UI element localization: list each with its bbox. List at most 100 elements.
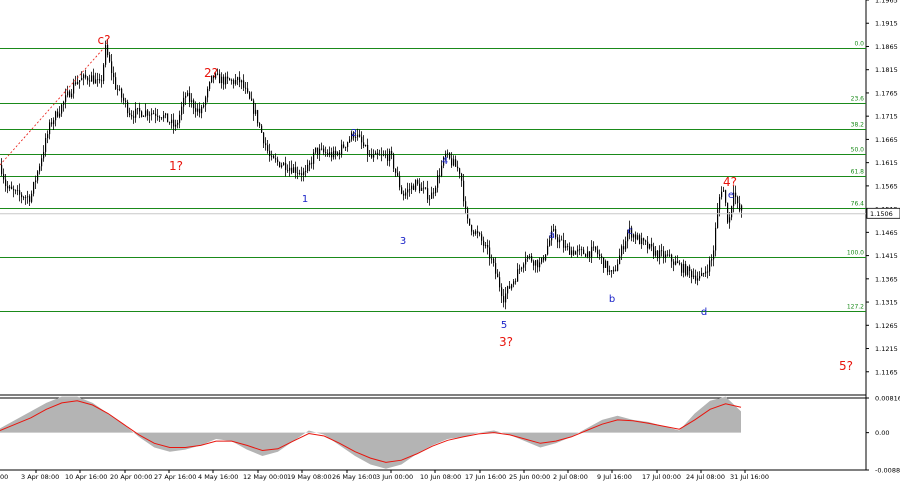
candle-body: [33, 182, 35, 194]
candle-body: [669, 254, 671, 256]
candle-body: [259, 123, 261, 126]
candle-body: [497, 273, 499, 278]
candle-body: [509, 286, 511, 289]
candle-body: [279, 162, 281, 167]
candle-body: [233, 80, 235, 84]
candle-body: [103, 64, 105, 82]
candle-body: [231, 80, 233, 81]
candle-body: [455, 159, 457, 167]
candle-body: [705, 271, 707, 274]
candle-body: [261, 125, 263, 133]
candle-body: [527, 256, 529, 259]
candle-body: [693, 275, 695, 278]
candle-body: [85, 74, 87, 78]
candle-body: [83, 74, 85, 79]
candle-body: [71, 93, 73, 98]
candle-body: [297, 172, 299, 174]
candle-body: [565, 246, 567, 248]
candle-body: [277, 159, 279, 163]
time-tick-label: 12 May 00:00: [243, 473, 288, 481]
candle-body: [125, 100, 127, 102]
time-tick-label: 10 Jun 08:00: [420, 473, 461, 481]
candle-body: [291, 167, 293, 173]
candle-body: [603, 257, 605, 268]
candle-body: [137, 108, 139, 109]
candle-body: [109, 54, 111, 62]
candle-body: [69, 91, 71, 98]
candle-body: [189, 92, 191, 102]
candle-body: [173, 119, 175, 127]
candle-body: [267, 145, 269, 151]
candle-body: [715, 227, 717, 251]
candle-body: [47, 134, 49, 139]
candle-body: [151, 113, 153, 115]
candle-body: [239, 77, 241, 83]
candle-body: [345, 146, 347, 148]
candle-body: [633, 234, 635, 238]
candle-body: [649, 244, 651, 249]
candle-body: [461, 173, 463, 181]
candle-body: [61, 104, 63, 114]
candle-body: [169, 122, 171, 124]
candle-body: [535, 260, 537, 266]
candle-body: [529, 256, 531, 257]
candle-body: [519, 268, 521, 270]
candle-body: [701, 273, 703, 277]
candle-body: [3, 173, 5, 180]
candle-body: [175, 124, 177, 127]
candle-body: [293, 167, 295, 173]
candle-body: [641, 238, 643, 245]
candle-body: [105, 44, 107, 65]
price-chart-svg[interactable]: 0.0 23.6 38.2 50.0 61.8 76.4 100.0 127.2 c? 2? 1?…: [0, 0, 900, 485]
candle-body: [127, 101, 129, 114]
candle-body: [477, 231, 479, 234]
candle-body: [281, 165, 283, 167]
candle-body: [373, 154, 375, 158]
time-tick-label: 3 Jun 00:00: [376, 473, 413, 481]
candle-body: [309, 162, 311, 165]
candle-body: [521, 267, 523, 269]
candle-body: [319, 148, 321, 155]
candle-body: [379, 154, 381, 156]
candle-body: [625, 241, 627, 250]
candle-body: [607, 261, 609, 272]
time-tick-label: 24 Jul 08:00: [686, 473, 725, 481]
candle-body: [307, 164, 309, 171]
candle-body: [191, 100, 193, 102]
candle-body: [599, 254, 601, 257]
candle-body: [513, 281, 515, 285]
candle-body: [433, 192, 435, 194]
candle-body: [471, 225, 473, 232]
candle-body: [549, 240, 551, 246]
candle-body: [129, 113, 131, 116]
candle-body: [423, 187, 425, 189]
candle-body: [299, 173, 301, 174]
candle-body: [451, 158, 453, 166]
candle-body: [431, 192, 433, 199]
candle-body: [145, 110, 147, 116]
candle-body: [479, 233, 481, 235]
candle-body: [29, 196, 31, 202]
candle-body: [557, 237, 559, 243]
candle-body: [637, 235, 639, 240]
candle-body: [237, 77, 239, 80]
candle-body: [219, 73, 221, 84]
candle-body: [563, 240, 565, 248]
candle-body: [449, 152, 451, 159]
candle-body: [545, 254, 547, 261]
candle-body: [209, 82, 211, 89]
candle-body: [439, 175, 441, 177]
candle-body: [735, 192, 737, 198]
candle-body: [659, 250, 661, 259]
candle-body: [257, 110, 259, 124]
candle-body: [635, 234, 637, 240]
candle-body: [363, 142, 365, 147]
candle-body: [435, 187, 437, 194]
candle-body: [335, 150, 337, 155]
candle-body: [249, 92, 251, 99]
candle-body: [255, 110, 257, 114]
candle-body: [651, 244, 653, 247]
candle-body: [371, 154, 373, 158]
candle-body: [469, 218, 471, 226]
candle: [727, 202, 729, 224]
